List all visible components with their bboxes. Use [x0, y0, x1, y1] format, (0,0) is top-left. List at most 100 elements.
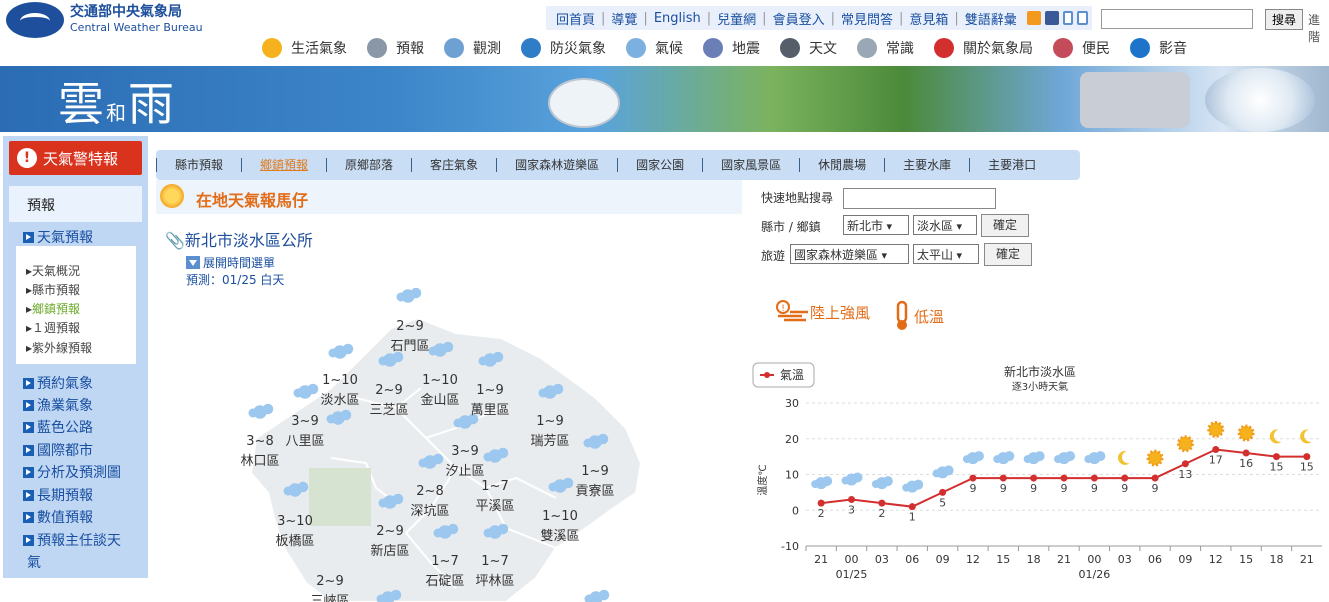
confirm-travel-button[interactable]: 確定: [984, 243, 1032, 266]
nav-item-1[interactable]: 預報: [367, 38, 424, 58]
member-login-link[interactable]: 會員登入: [767, 9, 831, 28]
nav-item-7[interactable]: 常識: [857, 38, 914, 58]
district-name[interactable]: 石碇區: [425, 574, 464, 589]
temperature-point[interactable]: [1090, 474, 1098, 482]
nav-item-2[interactable]: 觀測: [444, 38, 501, 58]
temperature-point[interactable]: [1212, 445, 1220, 453]
district-name[interactable]: 坪林區: [475, 574, 514, 589]
tab-6[interactable]: 國家風景區: [702, 158, 799, 172]
sidebar-item-numerical[interactable]: 數值預報: [23, 507, 93, 527]
sitemap-link[interactable]: 導覽: [605, 9, 643, 28]
search-button[interactable]: 搜尋: [1265, 9, 1303, 30]
nav-item-label: 常識: [886, 41, 914, 57]
district-name[interactable]: 金山區: [420, 392, 459, 408]
temperature-point[interactable]: [878, 499, 886, 507]
district-name[interactable]: 瑞芳區: [530, 434, 569, 449]
tab-2[interactable]: 原鄉部落: [326, 158, 411, 172]
home-link[interactable]: 回首頁: [550, 9, 601, 28]
travel-type-select[interactable]: 國家森林遊樂區: [790, 244, 909, 264]
district-name[interactable]: 林口區: [240, 454, 279, 469]
english-link[interactable]: English: [648, 11, 707, 26]
tab-7[interactable]: 休閒農場: [799, 158, 884, 172]
nav-item-3[interactable]: 防災氣象: [521, 38, 606, 58]
district-name[interactable]: 平溪區: [475, 499, 514, 514]
glossary-link[interactable]: 雙語辭彙: [959, 9, 1023, 28]
tab-8[interactable]: 主要水庫: [884, 158, 969, 172]
district-name[interactable]: 貢寮區: [575, 483, 614, 499]
sidebar-item-director-talk-cont[interactable]: 氣: [27, 552, 41, 572]
feedback-link[interactable]: 意見箱: [903, 9, 954, 28]
nav-item-9[interactable]: 便民: [1053, 38, 1110, 58]
temperature-point[interactable]: [1242, 449, 1250, 457]
kids-link[interactable]: 兒童網: [711, 9, 762, 28]
district-name[interactable]: 深坑區: [410, 504, 449, 519]
nav-item-6[interactable]: 天文: [780, 38, 837, 58]
nav-item-4[interactable]: 氣候: [626, 38, 683, 58]
sidebar-item-director-talk[interactable]: 預報主任談天: [23, 530, 121, 550]
temperature-point[interactable]: [939, 488, 947, 496]
advanced-search-link[interactable]: 進階: [1308, 11, 1329, 45]
cwb-logo[interactable]: 交通部中央氣象局 Central Weather Bureau: [6, 2, 203, 38]
temperature-point[interactable]: [817, 499, 825, 507]
district-name[interactable]: 三峽區: [310, 594, 349, 602]
county-select[interactable]: 新北市: [843, 215, 909, 235]
sidebar-item-long-range[interactable]: 長期預報: [23, 485, 93, 505]
tab-4[interactable]: 國家森林遊樂區: [496, 158, 617, 172]
temperature-point[interactable]: [1181, 460, 1189, 468]
temperature-point[interactable]: [1272, 453, 1280, 461]
sidebar-section-forecast[interactable]: 預報: [9, 186, 142, 222]
sidebar-item-weather-forecast[interactable]: 天氣預報: [23, 227, 93, 247]
district-name[interactable]: 三芝區: [369, 402, 408, 418]
temperature-point[interactable]: [1030, 474, 1038, 482]
tab-1[interactable]: 鄉鎮預報: [241, 158, 326, 172]
temperature-point[interactable]: [999, 474, 1007, 482]
district-name[interactable]: 板橋區: [275, 534, 314, 549]
temperature-point[interactable]: [969, 474, 977, 482]
district-name[interactable]: 雙溪區: [540, 529, 579, 544]
sidebar-item-fishery[interactable]: 漁業氣象: [23, 395, 93, 415]
temperature-point[interactable]: [1303, 453, 1311, 461]
facebook-icon[interactable]: [1044, 11, 1059, 25]
sidebar-sub-township[interactable]: 鄉鎮預報: [26, 300, 80, 317]
rss-icon[interactable]: [1026, 11, 1041, 25]
district-name[interactable]: 石門區: [390, 339, 429, 354]
district-name[interactable]: 淡水區: [320, 393, 359, 408]
nav-item-5[interactable]: 地震: [703, 38, 760, 58]
tab-5[interactable]: 國家公園: [617, 158, 702, 172]
quick-search-input[interactable]: [843, 188, 996, 209]
search-input[interactable]: [1101, 9, 1253, 29]
district-name[interactable]: 汐止區: [445, 463, 484, 479]
district-name[interactable]: 新店區: [370, 543, 409, 559]
expand-time-menu[interactable]: 展開時間選單: [186, 254, 275, 271]
nav-item-8[interactable]: 關於氣象局: [934, 38, 1033, 58]
sidebar-sub-uv[interactable]: 紫外線預報: [26, 339, 92, 356]
town-select[interactable]: 淡水區: [913, 215, 977, 235]
mobile-icon[interactable]: [1062, 11, 1073, 25]
alert-strong-wind[interactable]: ! 陸上強風: [776, 300, 870, 324]
sidebar-sub-overview[interactable]: 天氣概況: [26, 262, 80, 279]
weather-warning-button[interactable]: ! 天氣警特報: [9, 141, 142, 175]
nav-item-10[interactable]: 影音: [1130, 38, 1187, 58]
temperature-point[interactable]: [908, 503, 916, 511]
district-name[interactable]: 萬里區: [470, 403, 509, 418]
alert-low-temp[interactable]: 低溫: [890, 300, 944, 332]
sidebar-sub-week[interactable]: １週預報: [26, 319, 80, 336]
tab-9[interactable]: 主要港口: [969, 158, 1054, 172]
sidebar-item-analysis[interactable]: 分析及預測圖: [23, 462, 121, 482]
tab-3[interactable]: 客庄氣象: [411, 158, 496, 172]
sidebar-sub-county[interactable]: 縣市預報: [26, 281, 80, 298]
temperature-point[interactable]: [1121, 474, 1129, 482]
nav-item-0[interactable]: 生活氣象: [262, 38, 347, 58]
temperature-point[interactable]: [848, 496, 856, 504]
tab-0[interactable]: 縣市預報: [156, 158, 241, 172]
tablet-icon[interactable]: [1076, 11, 1088, 25]
temperature-point[interactable]: [1151, 474, 1159, 482]
travel-place-select[interactable]: 太平山: [913, 244, 979, 264]
sidebar-item-international[interactable]: 國際都市: [23, 440, 93, 460]
sidebar-item-blue-highway[interactable]: 藍色公路: [23, 417, 93, 437]
district-name[interactable]: 八里區: [285, 434, 324, 449]
sidebar-item-appointment[interactable]: 預約氣象: [23, 373, 93, 393]
confirm-county-button[interactable]: 確定: [981, 214, 1029, 237]
temperature-point[interactable]: [1060, 474, 1068, 482]
faq-link[interactable]: 常見問答: [835, 9, 899, 28]
